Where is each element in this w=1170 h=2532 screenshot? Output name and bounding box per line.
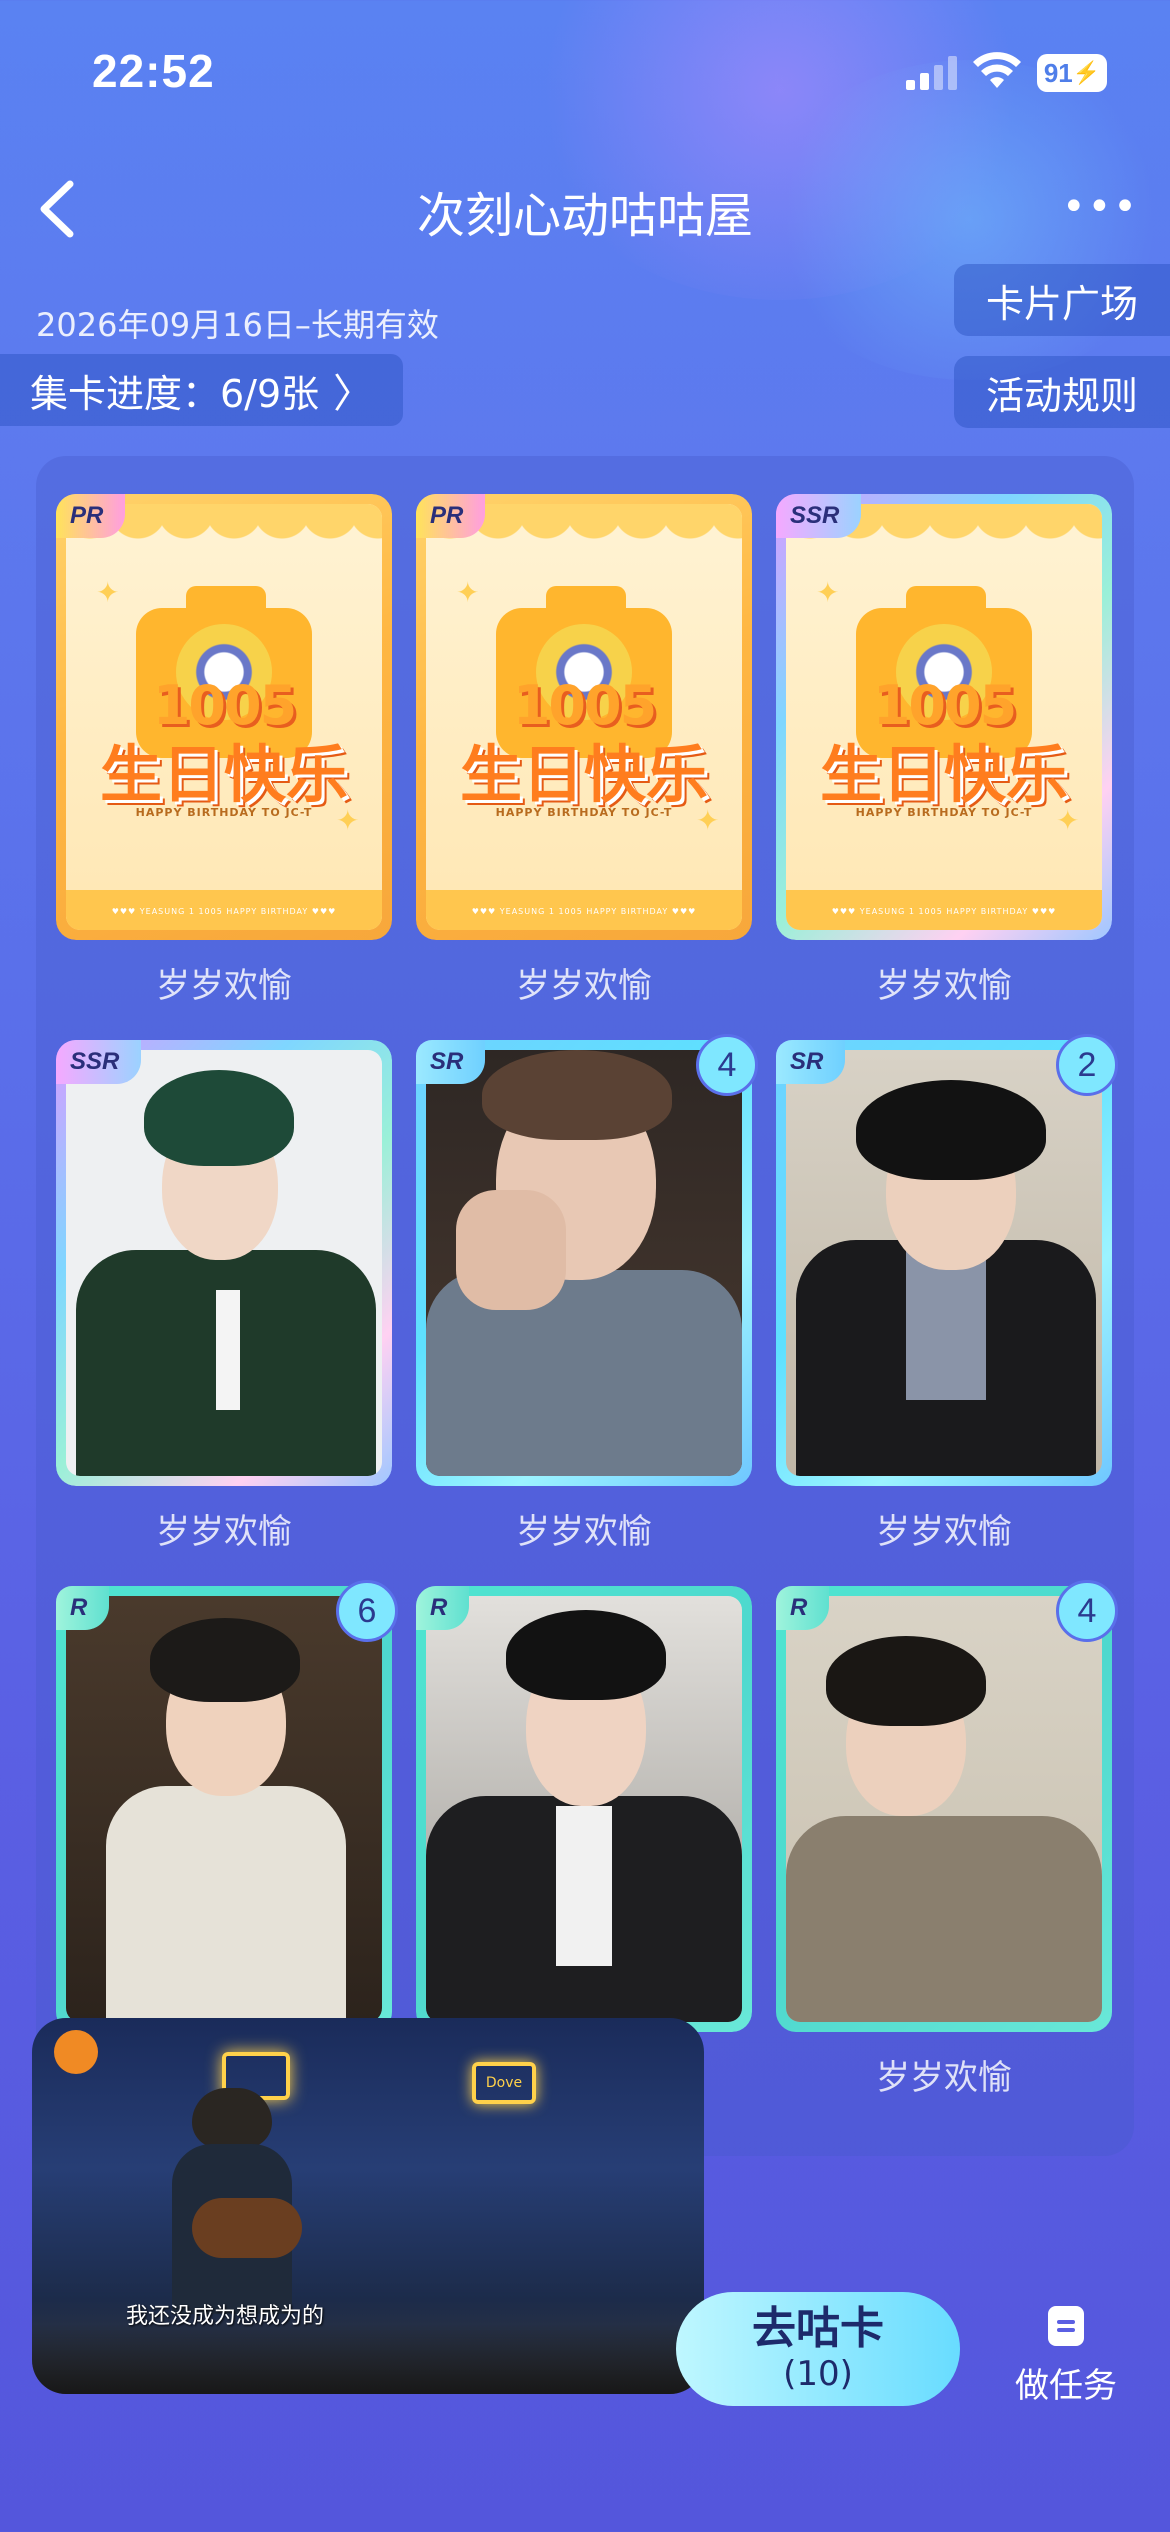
portrait-photo bbox=[426, 1596, 742, 2022]
neon-sign: Dove bbox=[472, 2062, 536, 2104]
battery-indicator: 91 ⚡ bbox=[1037, 54, 1107, 92]
birthday-greeting: 生日快乐 bbox=[99, 738, 348, 811]
rarity-badge: R bbox=[776, 1586, 830, 1630]
progress-label: 集卡进度：6/9张 bbox=[30, 371, 320, 416]
rarity-badge: PR bbox=[416, 494, 486, 538]
card-7[interactable]: R 6 bbox=[56, 1580, 398, 2032]
card-count-badge: 6 bbox=[336, 1580, 398, 1642]
birthday-card-art: ✦ ✦ 1005 生日快乐 HAPPY BIRTHDAY TO JC-T ♥♥♥… bbox=[426, 504, 742, 930]
sparkle-icon: ✦ bbox=[96, 576, 120, 609]
chevron-right-icon: 〉 bbox=[333, 371, 374, 417]
card-label: 岁岁欢愉 bbox=[516, 1512, 652, 1552]
birthday-subtitle: HAPPY BIRTHDAY TO JC-T bbox=[495, 806, 673, 819]
card-9[interactable]: R 4 bbox=[776, 1580, 1118, 2032]
birthday-footer: ♥♥♥ YEASUNG 1 1005 HAPPY BIRTHDAY ♥♥♥ bbox=[831, 907, 1057, 916]
birthday-card-art: ✦ ✦ 1005 生日快乐 HAPPY BIRTHDAY TO JC-T ♥♥♥… bbox=[786, 504, 1102, 930]
birthday-footer: ♥♥♥ YEASUNG 1 1005 HAPPY BIRTHDAY ♥♥♥ bbox=[111, 907, 337, 916]
card-label: 岁岁欢愉 bbox=[156, 966, 292, 1006]
status-time: 22:52 bbox=[92, 45, 215, 97]
charging-icon: ⚡ bbox=[1072, 60, 1101, 85]
birthday-subtitle: HAPPY BIRTHDAY TO JC-T bbox=[855, 806, 1033, 819]
card-1[interactable]: ✦ ✦ 1005 生日快乐 HAPPY BIRTHDAY TO JC-T ♥♥♥… bbox=[56, 494, 392, 940]
portrait-photo bbox=[786, 1596, 1102, 2022]
card-label: 岁岁欢愉 bbox=[876, 966, 1012, 1006]
card-label: 岁岁欢愉 bbox=[876, 2058, 1012, 2098]
signal-icon bbox=[906, 56, 957, 90]
audience-silhouette bbox=[32, 2324, 704, 2394]
card-count-badge: 4 bbox=[696, 1034, 758, 1096]
rarity-badge: SR bbox=[776, 1040, 846, 1084]
go-collect-count: (10) bbox=[783, 2354, 853, 2394]
do-tasks-button[interactable]: 做任务 bbox=[1012, 2306, 1120, 2410]
collection-progress-button[interactable]: 集卡进度：6/9张 〉 bbox=[0, 354, 404, 426]
sparkle-icon: ✦ bbox=[456, 576, 480, 609]
card-plaza-button[interactable]: 卡片广场 bbox=[954, 264, 1170, 336]
activity-rules-button[interactable]: 活动规则 bbox=[954, 356, 1170, 428]
card-8[interactable]: R bbox=[416, 1586, 752, 2032]
portrait-photo bbox=[426, 1050, 742, 1476]
card-label: 岁岁欢愉 bbox=[156, 1512, 292, 1552]
channel-logo bbox=[54, 2030, 98, 2074]
rarity-badge: SR bbox=[416, 1040, 486, 1084]
rarity-badge: R bbox=[416, 1586, 470, 1630]
portrait-photo bbox=[66, 1596, 382, 2022]
card-count-badge: 4 bbox=[1056, 1580, 1118, 1642]
do-tasks-label: 做任务 bbox=[1015, 2366, 1117, 2406]
status-bar: 22:52 91 ⚡ bbox=[0, 0, 1170, 140]
card-6[interactable]: SR 2 bbox=[776, 1034, 1118, 1486]
video-subtitle: 我还没成为想成为的 bbox=[126, 2304, 325, 2329]
battery-level: 91 bbox=[1043, 57, 1073, 88]
card-4[interactable]: SSR bbox=[56, 1040, 392, 1486]
validity-text: 2026年09月16日–长期有效 bbox=[36, 306, 439, 344]
rarity-badge: SSR bbox=[776, 494, 862, 538]
performer bbox=[192, 2088, 272, 2148]
rarity-badge: R bbox=[56, 1586, 110, 1630]
portrait-photo bbox=[66, 1050, 382, 1476]
go-collect-button[interactable]: 去咕卡 (10) bbox=[676, 2292, 960, 2406]
card-2[interactable]: ✦ ✦ 1005 生日快乐 HAPPY BIRTHDAY TO JC-T ♥♥♥… bbox=[416, 494, 752, 940]
card-5[interactable]: SR 4 bbox=[416, 1034, 758, 1486]
go-collect-label: 去咕卡 bbox=[752, 2303, 884, 2354]
portrait-photo bbox=[786, 1050, 1102, 1476]
more-icon[interactable]: ••• bbox=[1062, 187, 1137, 227]
birthday-subtitle: HAPPY BIRTHDAY TO JC-T bbox=[135, 806, 313, 819]
guitar bbox=[192, 2198, 302, 2258]
birthday-greeting: 生日快乐 bbox=[819, 738, 1068, 811]
birthday-greeting: 生日快乐 bbox=[459, 738, 708, 811]
card-label: 岁岁欢愉 bbox=[876, 1512, 1012, 1552]
floating-video-player[interactable]: Dove 我还没成为想成为的 bbox=[32, 2018, 704, 2394]
birthday-card-art: ✦ ✦ 1005 生日快乐 HAPPY BIRTHDAY TO JC-T ♥♥♥… bbox=[66, 504, 382, 930]
card-count-badge: 2 bbox=[1056, 1034, 1118, 1096]
task-list-icon bbox=[1048, 2306, 1084, 2346]
rarity-badge: SSR bbox=[56, 1040, 142, 1084]
wifi-icon bbox=[973, 52, 1021, 88]
card-label: 岁岁欢愉 bbox=[516, 966, 652, 1006]
sparkle-icon: ✦ bbox=[816, 576, 840, 609]
birthday-footer: ♥♥♥ YEASUNG 1 1005 HAPPY BIRTHDAY ♥♥♥ bbox=[471, 907, 697, 916]
rarity-badge: PR bbox=[56, 494, 126, 538]
page-title: 次刻心动咕咕屋 bbox=[416, 188, 753, 244]
card-3[interactable]: ✦ ✦ 1005 生日快乐 HAPPY BIRTHDAY TO JC-T ♥♥♥… bbox=[776, 494, 1112, 940]
